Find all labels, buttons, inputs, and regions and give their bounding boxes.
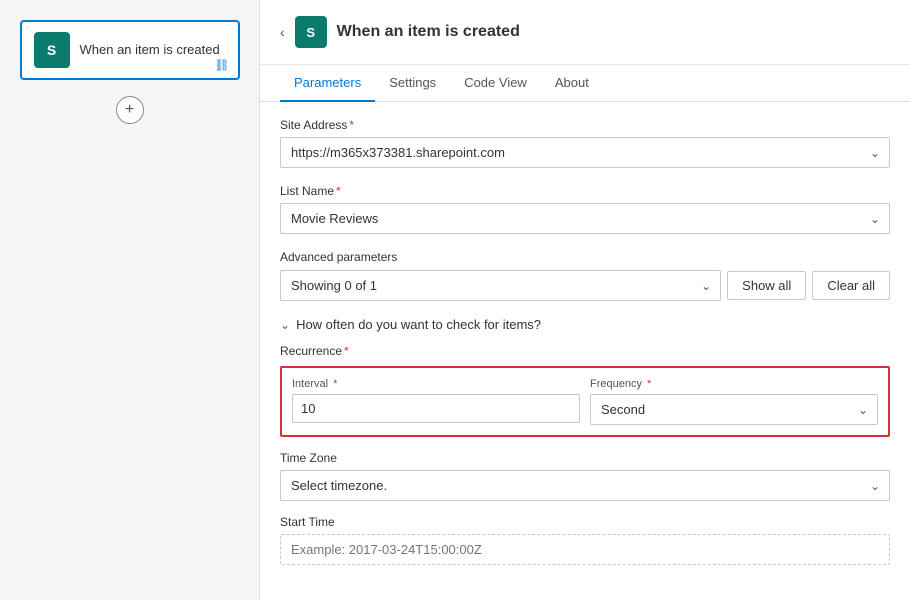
tab-bar: Parameters Settings Code View About xyxy=(260,65,910,102)
tab-codeview[interactable]: Code View xyxy=(450,65,541,102)
frequency-select[interactable]: Second xyxy=(590,394,878,425)
right-panel: ‹ S When an item is created Parameters S… xyxy=(260,0,910,600)
back-chevron-icon[interactable]: ‹ xyxy=(280,24,285,40)
site-address-select-wrapper[interactable]: https://m365x373381.sharepoint.com ⌄ xyxy=(280,137,890,168)
advanced-params-select[interactable]: Showing 0 of 1 xyxy=(280,270,721,301)
clear-all-button[interactable]: Clear all xyxy=(812,271,890,300)
header-trigger-icon: S xyxy=(295,16,327,48)
tab-settings[interactable]: Settings xyxy=(375,65,450,102)
frequency-field: Frequency * Second ⌄ xyxy=(590,378,878,425)
timezone-select-wrapper[interactable]: Select timezone. ⌄ xyxy=(280,470,890,501)
trigger-card[interactable]: S When an item is created ⛓ xyxy=(20,20,240,80)
start-time-input[interactable] xyxy=(280,534,890,565)
advanced-params-group: Advanced parameters Showing 0 of 1 ⌄ Sho… xyxy=(280,250,890,301)
panel-header: ‹ S When an item is created xyxy=(260,0,910,65)
trigger-icon: S xyxy=(34,32,70,68)
interval-field: Interval * xyxy=(292,378,580,425)
left-panel: S When an item is created ⛓ + xyxy=(0,0,260,600)
tab-about[interactable]: About xyxy=(541,65,603,102)
timezone-label: Time Zone xyxy=(280,451,890,465)
start-time-label: Start Time xyxy=(280,515,890,529)
site-address-label: Site Address* xyxy=(280,118,890,132)
advanced-params-row: Showing 0 of 1 ⌄ Show all Clear all xyxy=(280,270,890,301)
timezone-select[interactable]: Select timezone. xyxy=(280,470,890,501)
start-time-group: Start Time xyxy=(280,515,890,565)
interval-input[interactable] xyxy=(292,394,580,423)
timezone-group: Time Zone Select timezone. ⌄ xyxy=(280,451,890,501)
advanced-select-wrapper[interactable]: Showing 0 of 1 ⌄ xyxy=(280,270,721,301)
link-icon: ⛓ xyxy=(214,58,229,72)
content-area: Site Address* https://m365x373381.sharep… xyxy=(260,102,910,581)
recurrence-fields: Interval * Frequency * Second xyxy=(292,378,878,425)
list-name-select-wrapper[interactable]: Movie Reviews ⌄ xyxy=(280,203,890,234)
show-all-button[interactable]: Show all xyxy=(727,271,806,300)
tab-parameters[interactable]: Parameters xyxy=(280,65,375,102)
recurrence-header: ⌄ How often do you want to check for ite… xyxy=(280,317,890,332)
frequency-label: Frequency * xyxy=(590,378,878,390)
site-address-select[interactable]: https://m365x373381.sharepoint.com xyxy=(280,137,890,168)
trigger-label: When an item is created xyxy=(80,42,220,59)
list-name-group: List Name* Movie Reviews ⌄ xyxy=(280,184,890,234)
recurrence-chevron-icon[interactable]: ⌄ xyxy=(280,318,290,332)
advanced-params-label: Advanced parameters xyxy=(280,250,890,264)
add-step-button[interactable]: + xyxy=(116,96,144,124)
panel-title: When an item is created xyxy=(337,23,520,41)
list-name-label: List Name* xyxy=(280,184,890,198)
interval-label: Interval * xyxy=(292,378,580,390)
recurrence-label: Recurrence* xyxy=(280,344,890,358)
recurrence-box: Interval * Frequency * Second xyxy=(280,366,890,437)
recurrence-section: ⌄ How often do you want to check for ite… xyxy=(280,317,890,565)
list-name-select[interactable]: Movie Reviews xyxy=(280,203,890,234)
frequency-select-wrapper[interactable]: Second ⌄ xyxy=(590,394,878,425)
site-address-group: Site Address* https://m365x373381.sharep… xyxy=(280,118,890,168)
